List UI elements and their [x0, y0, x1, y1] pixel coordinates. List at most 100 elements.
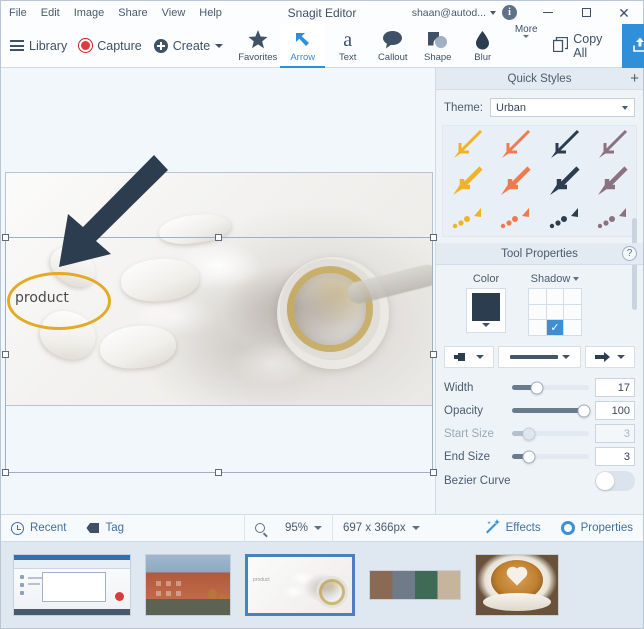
style-arrow-navy-thin[interactable] — [540, 126, 588, 163]
zoom-level-dropdown[interactable]: 95% — [275, 514, 332, 542]
opacity-slider-row: Opacity 100 — [444, 399, 635, 422]
start-cap-dropdown[interactable] — [444, 346, 494, 368]
style-arrow-mauve-dotted[interactable] — [588, 199, 636, 236]
menu-item-image[interactable]: Image — [74, 7, 105, 19]
shadow-cell-middle-right[interactable] — [564, 304, 581, 320]
width-slider[interactable] — [512, 381, 589, 394]
resize-handle-middle-right[interactable] — [430, 351, 437, 358]
maximize-button[interactable] — [567, 1, 605, 24]
bezier-curve-label: Bezier Curve — [444, 475, 511, 487]
arrow-annotation[interactable] — [56, 153, 171, 283]
theme-select[interactable]: Urban — [490, 98, 635, 117]
zoom-level-value: 95% — [284, 522, 309, 534]
recent-label: Recent — [30, 522, 67, 534]
close-button[interactable]: ✕ — [605, 1, 643, 24]
zoom-search-button[interactable] — [245, 514, 275, 542]
tool-blur[interactable]: Blur — [460, 24, 505, 68]
resize-handle-top-left[interactable] — [2, 234, 9, 241]
help-icon[interactable]: ? — [622, 246, 637, 261]
menu-item-edit[interactable]: Edit — [41, 7, 60, 19]
resize-handle-top-center[interactable] — [215, 234, 222, 241]
width-slider-knob[interactable] — [530, 381, 544, 394]
shape-icon — [427, 29, 448, 51]
shadow-direction-grid[interactable]: ✓ — [528, 288, 582, 336]
tray-thumbnail-building[interactable] — [145, 554, 231, 616]
minimize-button[interactable] — [529, 1, 567, 24]
line-style-dropdown[interactable] — [498, 346, 581, 368]
menu-item-view[interactable]: View — [162, 7, 186, 19]
shadow-cell-bottom-center[interactable]: ✓ — [546, 320, 564, 335]
style-arrow-mauve-thin[interactable] — [588, 126, 636, 163]
end-size-slider-knob[interactable] — [522, 450, 536, 463]
bezier-curve-toggle[interactable] — [595, 471, 635, 491]
more-tools-button[interactable]: More — [509, 24, 543, 38]
blur-icon — [475, 29, 490, 51]
tool-text[interactable]: a Text — [325, 24, 370, 68]
style-arrow-navy-thick[interactable] — [540, 163, 588, 200]
menu-item-file[interactable]: File — [9, 7, 27, 19]
resize-handle-bottom-right[interactable] — [430, 469, 437, 476]
width-value[interactable]: 17 — [595, 378, 635, 397]
status-bar: Recent Tag 95% 697 x 366px Effects Prope… — [1, 514, 643, 542]
style-arrow-orange-thin[interactable] — [491, 126, 539, 163]
properties-button[interactable]: Properties — [551, 514, 643, 542]
style-arrow-navy-dotted[interactable] — [540, 199, 588, 236]
opacity-value[interactable]: 100 — [595, 401, 635, 420]
quick-styles-header: Quick Styles + — [436, 68, 643, 90]
tray-thumbnail-product-render[interactable]: product — [245, 554, 355, 616]
style-arrow-orange-dotted[interactable] — [491, 199, 539, 236]
canvas-area[interactable]: product — [1, 68, 437, 514]
style-arrow-yellow-dotted[interactable] — [443, 199, 491, 236]
share-button[interactable]: Share — [621, 23, 644, 68]
add-style-button[interactable]: + — [630, 71, 639, 86]
end-size-slider[interactable] — [512, 450, 589, 463]
style-arrow-orange-thick[interactable] — [491, 163, 539, 200]
tool-favorites[interactable]: Favorites — [235, 24, 280, 68]
info-icon[interactable]: i — [502, 5, 517, 20]
shadow-cell-top-center[interactable] — [546, 289, 564, 304]
tag-button[interactable]: Tag — [76, 514, 134, 542]
resize-handle-top-right[interactable] — [430, 234, 437, 241]
tool-properties-section: Tool Properties ? Color Shadow ✓ Width 1… — [436, 237, 643, 514]
effects-button[interactable]: Effects — [474, 514, 551, 542]
tool-label: Shape — [423, 51, 452, 63]
tray-thumbnail-screenshot-app[interactable] — [13, 554, 131, 616]
opacity-slider-knob[interactable] — [577, 404, 591, 417]
tray-thumbnail-latte[interactable] — [475, 554, 559, 616]
shadow-cell-middle-left[interactable] — [529, 304, 546, 320]
style-arrow-mauve-thick[interactable] — [588, 163, 636, 200]
chevron-down-icon — [411, 526, 420, 530]
chevron-down-icon[interactable] — [573, 277, 580, 281]
menu-item-share[interactable]: Share — [118, 7, 147, 19]
dimensions-dropdown[interactable]: 697 x 366px — [333, 514, 430, 542]
shadow-cell-bottom-left[interactable] — [529, 320, 546, 335]
tool-arrow[interactable]: Arrow — [280, 23, 326, 68]
shadow-cell-middle-center[interactable] — [546, 304, 564, 320]
copy-all-button[interactable]: Copy All — [543, 32, 622, 60]
library-button[interactable]: Library — [10, 39, 67, 53]
color-picker[interactable] — [466, 288, 506, 333]
resize-handle-bottom-left[interactable] — [2, 469, 9, 476]
capture-button[interactable]: Capture — [79, 39, 142, 53]
opacity-slider[interactable] — [512, 404, 591, 417]
shadow-cell-bottom-right[interactable] — [564, 320, 581, 335]
end-size-value[interactable]: 3 — [595, 447, 635, 466]
resize-handle-middle-left[interactable] — [2, 351, 9, 358]
end-cap-dropdown[interactable] — [585, 346, 635, 368]
recent-button[interactable]: Recent — [1, 514, 76, 542]
tool-shape[interactable]: Shape — [415, 24, 460, 68]
tool-callout[interactable]: Callout — [370, 24, 415, 68]
gear-icon — [560, 521, 575, 535]
style-arrow-yellow-thick[interactable] — [443, 163, 491, 200]
create-button[interactable]: Create — [153, 38, 224, 53]
shadow-cell-top-left[interactable] — [529, 289, 546, 304]
shadow-cell-top-right[interactable] — [564, 289, 581, 304]
tool-label: Callout — [377, 51, 408, 63]
tray-thumbnail-filmstrip[interactable] — [369, 570, 461, 600]
text-annotation[interactable]: product — [15, 290, 69, 306]
menu-item-help[interactable]: Help — [199, 7, 222, 19]
resize-handle-bottom-center[interactable] — [215, 469, 222, 476]
style-arrow-yellow-thin[interactable] — [443, 126, 491, 163]
thumbnail-tray[interactable]: product — [1, 542, 643, 628]
account-menu[interactable]: shaan@autod... — [412, 7, 502, 19]
